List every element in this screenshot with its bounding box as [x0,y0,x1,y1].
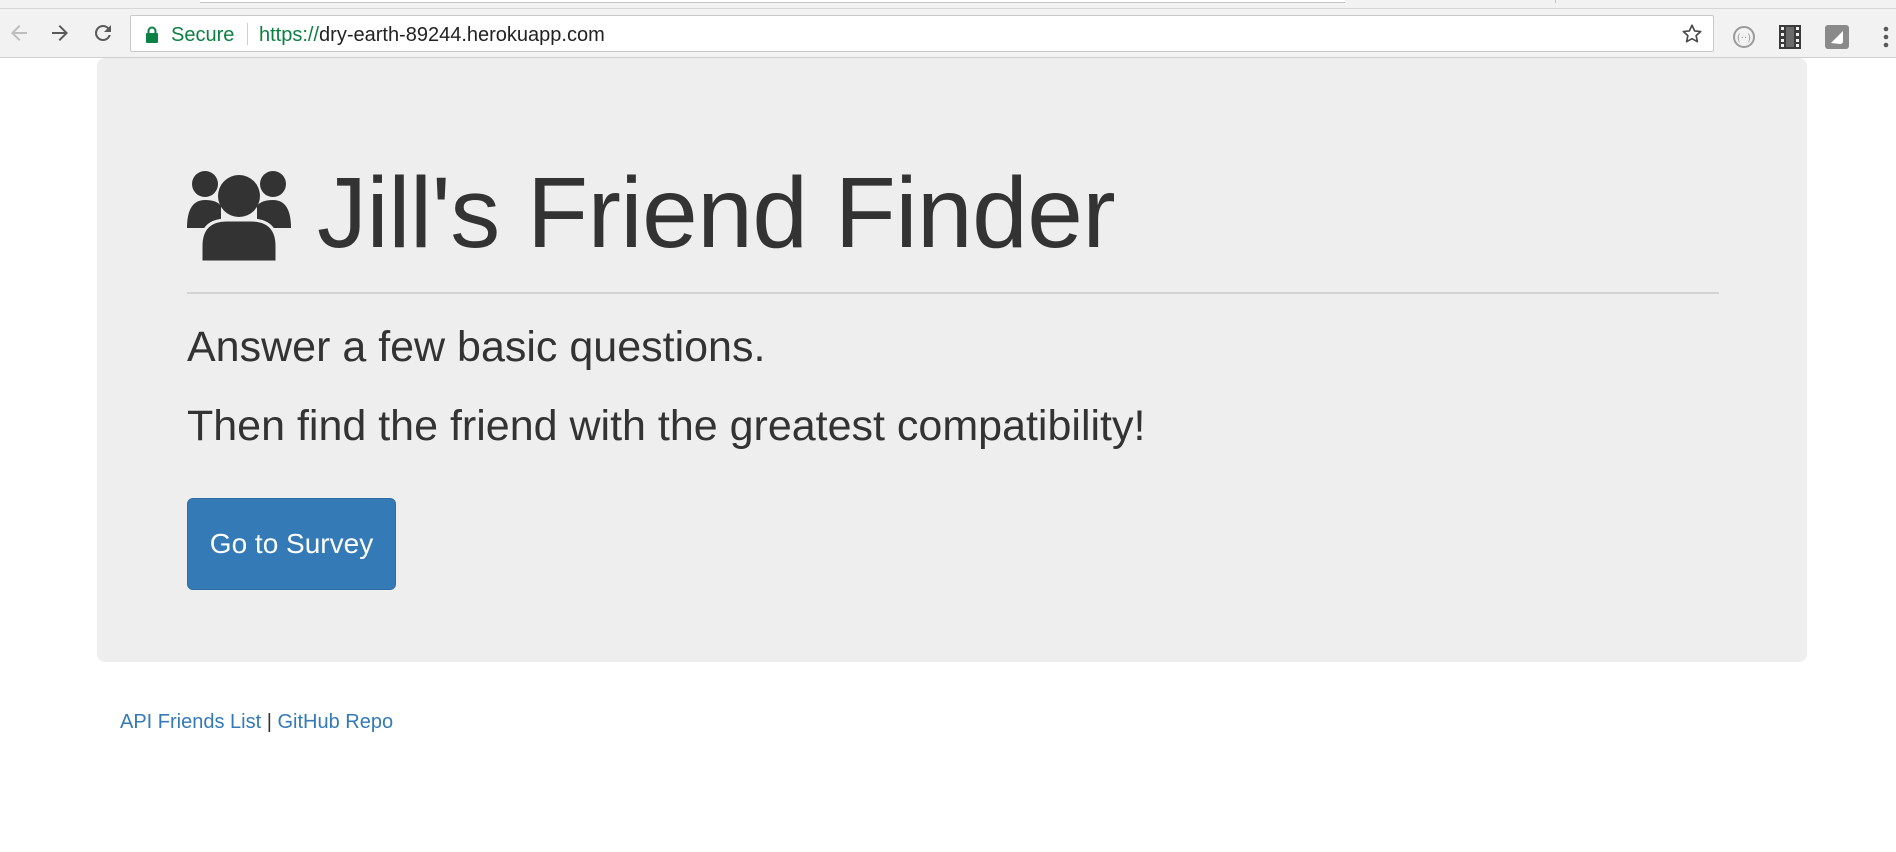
forward-arrow-icon [52,25,68,41]
inactive-tab[interactable] [1555,0,1896,3]
active-tab[interactable] [200,0,1345,3]
jumbotron: Jill's Friend Finder Answer a few basic … [97,58,1807,662]
security-label: Secure [171,24,235,46]
browser-toolbar: Secure https://dry-earth-89244.herokuapp… [0,9,1896,58]
shield-extension-icon[interactable] [1823,23,1851,51]
page-title: Jill's Friend Finder [317,157,1116,269]
star-icon[interactable] [1681,23,1703,45]
svg-text:(··): (··) [1737,33,1751,44]
back-button[interactable] [3,17,35,49]
api-friends-list-link[interactable]: API Friends List [120,711,261,733]
film-icon[interactable] [1776,23,1804,51]
github-repo-link[interactable]: GitHub Repo [278,711,394,733]
reload-icon [95,25,111,41]
url-host: dry-earth-89244.herokuapp.com [319,24,605,46]
footer-separator: | [266,711,272,733]
users-icon [187,170,291,262]
lead-text-2: Then find the friend with the greatest c… [187,402,1146,450]
extension-icon[interactable]: (··) [1730,23,1758,51]
lead-text-1: Answer a few basic questions. [187,323,766,371]
reload-button[interactable] [87,17,119,49]
back-arrow-icon [11,25,27,41]
forward-button[interactable] [44,17,76,49]
url-text[interactable]: https://dry-earth-89244.herokuapp.com [259,24,605,47]
footer-links: API Friends List | GitHub Repo [120,711,393,734]
url-scheme: https:// [259,24,320,46]
menu-dots-icon[interactable] [1872,23,1896,51]
divider [187,292,1719,294]
address-bar[interactable]: Secure https://dry-earth-89244.herokuapp… [130,15,1714,52]
lock-icon [146,26,158,43]
title-row: Jill's Friend Finder [187,156,1116,271]
go-to-survey-button[interactable]: Go to Survey [187,498,396,590]
omnibox-divider [247,23,248,45]
tab-strip [0,0,1896,9]
